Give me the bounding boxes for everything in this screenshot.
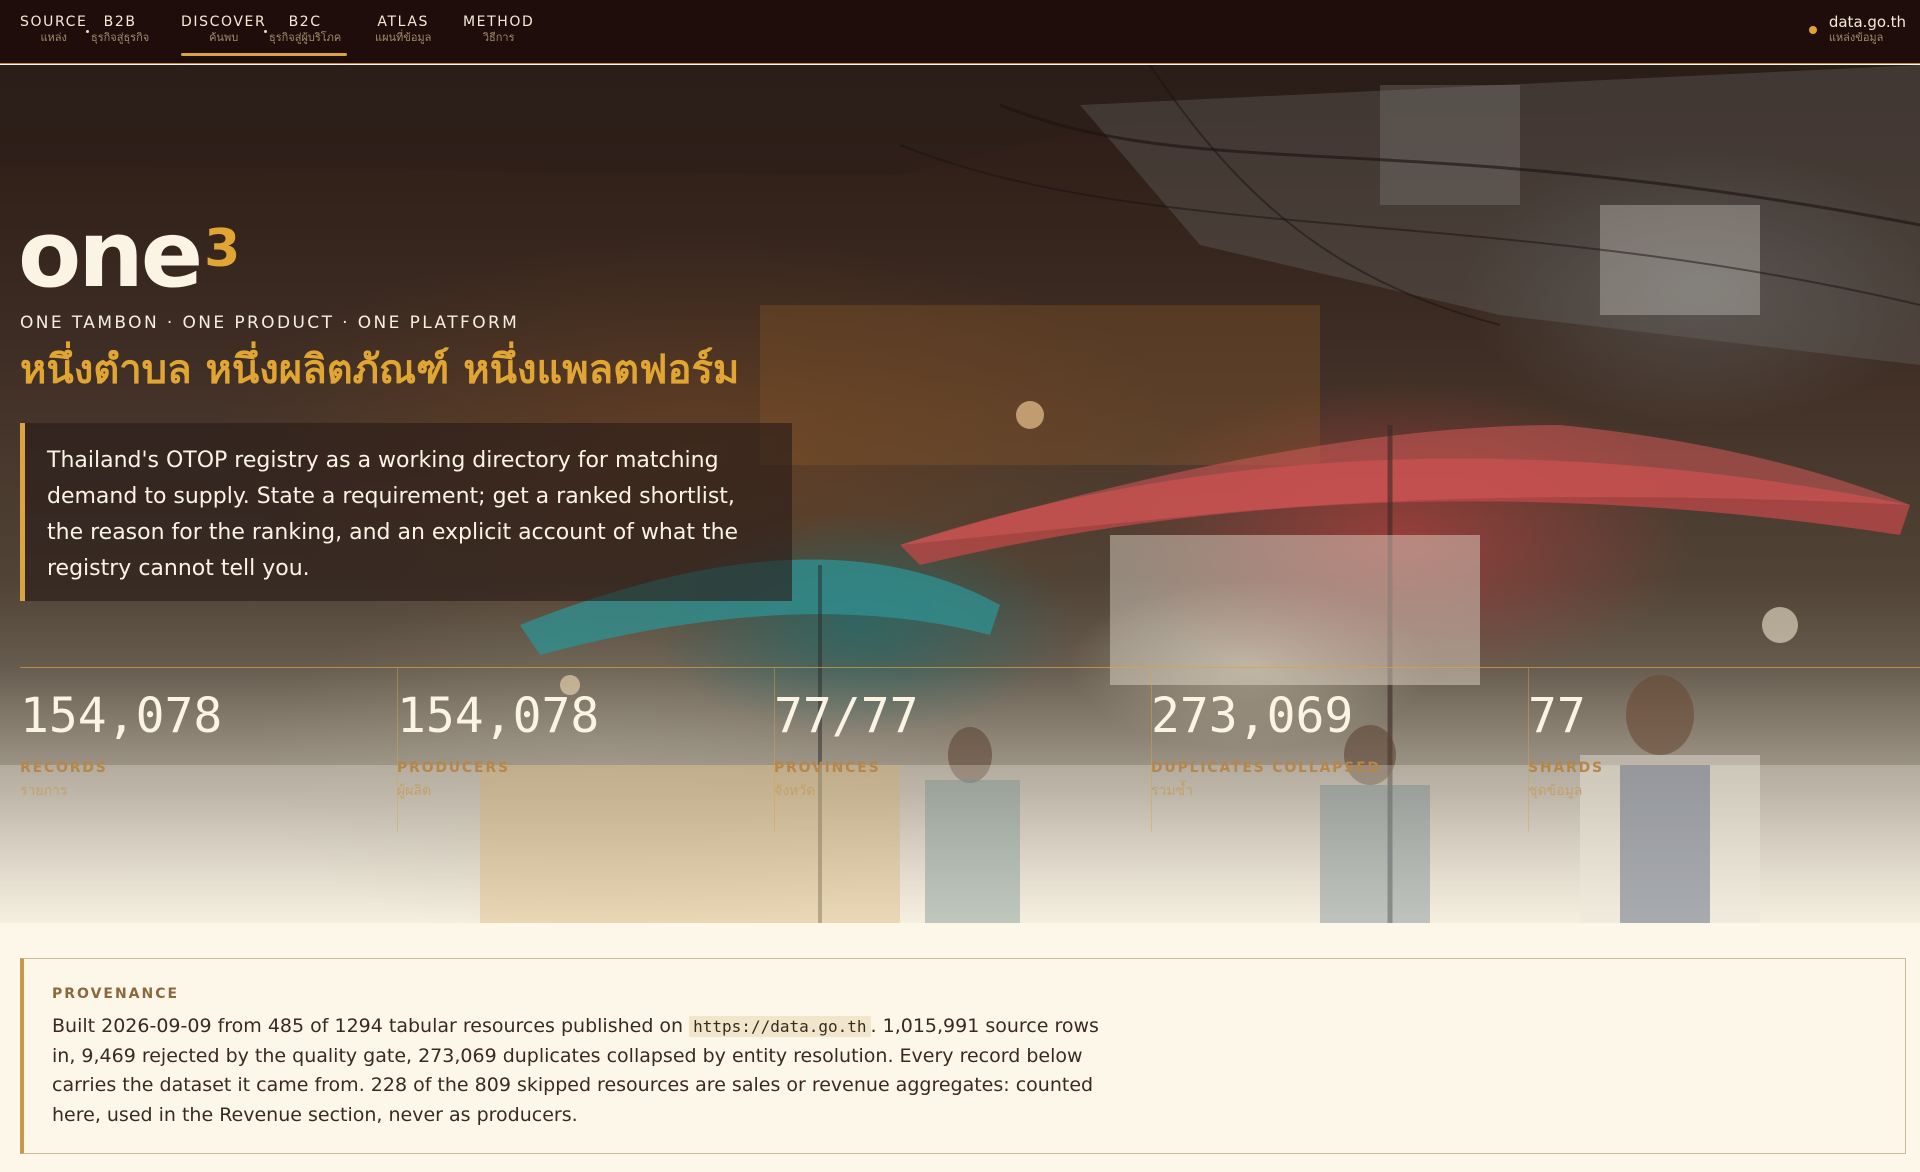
stat-provinces: 77/77 PROVINCES จังหวัด [774, 668, 1151, 832]
logo-text: one [18, 201, 203, 308]
nav-item-sublabel: ค้นพบ [209, 31, 239, 44]
nav-item-label: ATLAS [377, 14, 430, 30]
nav-separator-dot [264, 30, 267, 33]
provenance-text-intro: Built 2026-09-09 from 485 of 1294 tabula… [52, 1015, 690, 1037]
stat-label: PROVINCES [774, 760, 881, 776]
source-link-label: data.go.th [1828, 13, 1906, 31]
nav-item-label: METHOD [463, 14, 535, 30]
nav-item-sublabel: ธุรกิจสู่ผู้บริโภค [269, 31, 342, 44]
stat-label-thai: รวมซ้ำ [1151, 783, 1193, 799]
stat-value: 154,078 [20, 688, 223, 744]
stat-value: 273,069 [1151, 688, 1354, 744]
provenance-text: Built 2026-09-09 from 485 of 1294 tabula… [52, 1012, 1112, 1130]
stat-label-thai: จังหวัด [774, 783, 816, 799]
stat-label-thai: ชุดข้อมูล [1528, 783, 1583, 799]
tagline-english: ONE TAMBON · ONE PRODUCT · ONE PLATFORM [20, 313, 520, 333]
stat-label: SHARDS [1528, 760, 1604, 776]
top-nav: SOURCE แหล่ง B2B ธุรกิจสู่ธุรกิจ DISCOVE… [0, 0, 1920, 64]
stat-label: PRODUCERS [397, 760, 510, 776]
site-logo: one3 [18, 205, 240, 305]
nav-item-sublabel: แหล่ง [40, 31, 67, 44]
stat-label: DUPLICATES COLLAPSED [1151, 760, 1381, 776]
nav-item-label: B2B [103, 14, 137, 30]
intro-text: Thailand's OTOP registry as a working di… [47, 448, 739, 581]
provenance-panel: PROVENANCE Built 2026-09-09 from 485 of … [20, 958, 1906, 1154]
tagline-thai: หนึ่งตำบล หนึ่งผลิตภัณฑ์ หนึ่งแพลตฟอร์ม [20, 347, 740, 393]
stat-label-thai: รายการ [20, 783, 68, 799]
stat-shards: 77 SHARDS ชุดข้อมูล [1528, 668, 1905, 832]
status-dot-icon [1808, 26, 1817, 34]
nav-item-b2c[interactable]: B2C ธุรกิจสู่ผู้บริโภค [269, 13, 341, 45]
source-link-sublabel: แหล่งข้อมูล [1828, 31, 1884, 44]
stat-records: 154,078 RECORDS รายการ [20, 668, 397, 832]
stat-producers: 154,078 PRODUCERS ผู้ผลิต [397, 668, 774, 832]
active-tab-indicator [181, 53, 347, 56]
intro-callout: Thailand's OTOP registry as a working di… [20, 423, 792, 601]
source-url[interactable]: https://data.go.th [689, 1016, 871, 1037]
nav-item-label: SOURCE [20, 14, 88, 30]
hero-section: one3 ONE TAMBON · ONE PRODUCT · ONE PLAT… [0, 65, 1920, 923]
stat-duplicates-collapsed: 273,069 DUPLICATES COLLAPSED รวมซ้ำ [1151, 668, 1528, 832]
nav-item-source[interactable]: SOURCE แหล่ง [20, 13, 87, 45]
stat-label-thai: ผู้ผลิต [397, 783, 432, 799]
stat-value: 154,078 [397, 688, 600, 744]
nav-item-atlas[interactable]: ATLAS แผนที่ข้อมูล [375, 13, 431, 45]
nav-item-label: B2C [288, 14, 322, 30]
nav-separator-dot [86, 30, 89, 33]
nav-item-sublabel: แผนที่ข้อมูล [375, 31, 432, 44]
nav-item-method[interactable]: METHOD วิธีการ [463, 13, 534, 45]
stat-value: 77/77 [774, 688, 919, 744]
provenance-title: PROVENANCE [52, 986, 180, 1002]
nav-item-label: DISCOVER [181, 14, 267, 30]
stat-value: 77 [1528, 688, 1586, 744]
nav-item-sublabel: วิธีการ [482, 31, 515, 44]
nav-item-b2b[interactable]: B2B ธุรกิจสู่ธุรกิจ [91, 13, 149, 45]
logo-superscript: 3 [204, 219, 241, 279]
source-link[interactable]: data.go.th แหล่งข้อมูล [1808, 13, 1906, 45]
nav-item-discover[interactable]: DISCOVER ค้นพบ [181, 13, 266, 45]
stat-label: RECORDS [20, 760, 108, 776]
nav-item-sublabel: ธุรกิจสู่ธุรกิจ [91, 31, 150, 44]
